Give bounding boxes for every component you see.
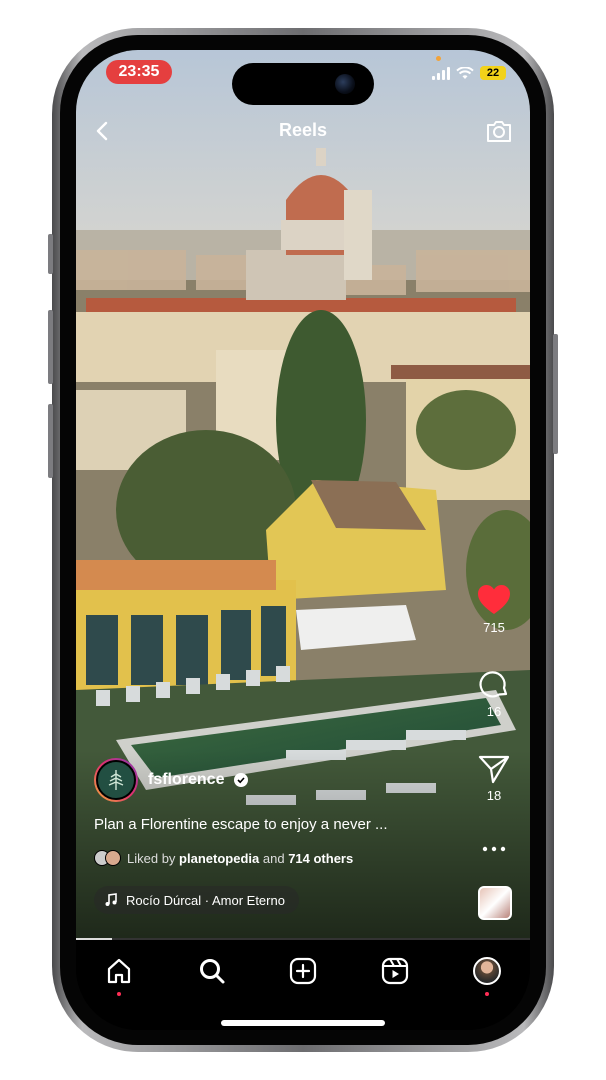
- power-button: [553, 334, 558, 454]
- volume-up-button: [48, 310, 53, 384]
- notification-dot: [117, 992, 121, 996]
- tab-create[interactable]: [286, 954, 320, 988]
- privacy-indicator-dot: [436, 56, 441, 61]
- wifi-icon: [456, 66, 474, 79]
- like-count: 715: [483, 620, 505, 635]
- author-avatar[interactable]: [94, 758, 138, 802]
- author-username[interactable]: fsflorence: [148, 771, 224, 789]
- tab-home[interactable]: [102, 954, 136, 996]
- reel-video[interactable]: [76, 50, 530, 940]
- tree-logo-icon: [108, 770, 124, 790]
- tab-reels[interactable]: [378, 954, 412, 988]
- music-note-icon: [105, 893, 117, 906]
- home-indicator: [221, 1020, 385, 1026]
- liked-by-row[interactable]: Liked by planetopedia and 714 others: [94, 850, 353, 866]
- post-author[interactable]: fsflorence: [94, 758, 249, 802]
- comment-action: 16: [472, 668, 516, 719]
- liked-by-prefix: Liked by: [127, 850, 176, 866]
- post-caption[interactable]: Plan a Florentine escape to enjoy a neve…: [94, 816, 434, 833]
- volume-down-button: [48, 404, 53, 478]
- liker-avatar: [105, 850, 121, 866]
- tab-profile[interactable]: [470, 954, 504, 996]
- more-action: [472, 846, 516, 852]
- search-icon: [200, 959, 225, 984]
- liked-by-and: and: [262, 850, 285, 866]
- audio-track-name: Rocío Dúrcal · Amor Eterno: [126, 892, 285, 908]
- share-count: 18: [486, 788, 502, 803]
- more-icon[interactable]: [482, 846, 506, 852]
- verified-badge-icon: [234, 773, 249, 787]
- page-title: Reels: [278, 120, 328, 140]
- comment-count: 16: [486, 704, 502, 719]
- share-action: 18: [472, 754, 516, 803]
- battery-indicator: 22: [480, 66, 506, 80]
- screen: 23:35 22 Reels 715 16 18 fsflorence Plan…: [76, 50, 530, 1030]
- heart-icon[interactable]: [477, 584, 511, 616]
- liked-by-user[interactable]: planetopedia: [179, 851, 259, 866]
- send-icon[interactable]: [478, 754, 510, 784]
- signal-icon: [432, 66, 450, 80]
- reels-icon: [381, 957, 409, 985]
- status-icons: 22: [432, 66, 506, 80]
- bottom-tab-bar: [76, 940, 530, 1030]
- recording-time-pill: 23:35: [106, 60, 172, 84]
- notification-dot: [485, 992, 489, 996]
- comment-icon[interactable]: [478, 668, 510, 700]
- tab-search[interactable]: [195, 954, 229, 988]
- audio-thumbnail[interactable]: [478, 886, 512, 920]
- audio-pill[interactable]: Rocío Dúrcal · Amor Eterno: [94, 886, 299, 914]
- create-icon: [289, 957, 317, 985]
- liked-by-others[interactable]: 714 others: [288, 851, 353, 866]
- camera-icon[interactable]: [484, 116, 514, 146]
- action-button: [48, 234, 53, 274]
- reels-header: Reels: [76, 114, 530, 148]
- home-icon: [107, 958, 131, 984]
- front-camera-icon: [335, 74, 355, 94]
- profile-avatar: [473, 957, 501, 985]
- dynamic-island: [232, 63, 374, 105]
- like-action: 715: [472, 584, 516, 635]
